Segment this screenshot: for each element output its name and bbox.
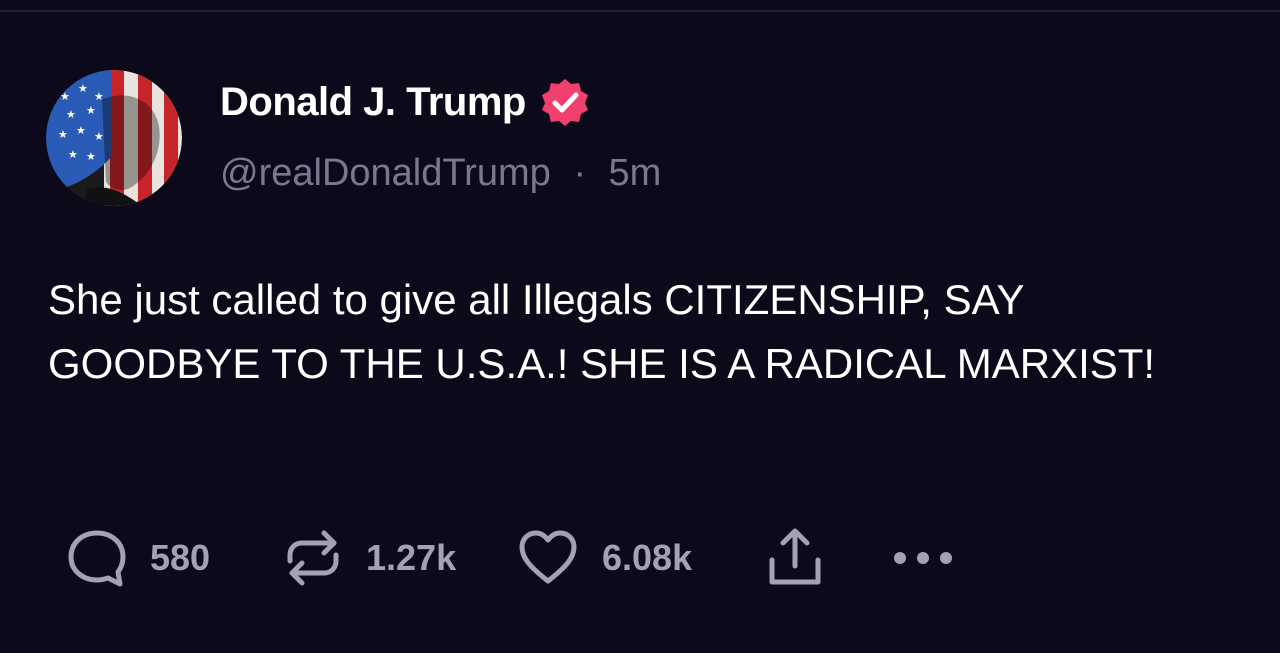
- svg-text:★: ★: [78, 82, 88, 95]
- share-icon: [769, 528, 821, 585]
- author-meta: @realDonaldTrump · 5m: [220, 152, 661, 195]
- author-display-name[interactable]: Donald J. Trump: [220, 80, 526, 125]
- reply-button[interactable]: 580: [66, 526, 210, 590]
- more-options-button[interactable]: [890, 526, 956, 590]
- svg-text:★: ★: [76, 124, 86, 137]
- reply-icon: [68, 530, 126, 587]
- divider: [0, 10, 1280, 12]
- reply-count: 580: [150, 537, 211, 578]
- svg-text:★: ★: [86, 104, 96, 117]
- avatar[interactable]: ★ ★ ★ ★ ★ ★ ★ ★ ★ ★: [46, 70, 182, 206]
- post-card: ★ ★ ★ ★ ★ ★ ★ ★ ★ ★ Donald J. Trump @realDonal…: [0, 0, 1280, 653]
- svg-text:★: ★: [68, 148, 78, 161]
- verified-badge-icon: [540, 77, 590, 127]
- svg-text:★: ★: [60, 90, 70, 103]
- svg-text:★: ★: [58, 128, 68, 141]
- repost-count: 1.27k: [366, 537, 457, 578]
- more-icon: [894, 552, 952, 564]
- meta-separator: ·: [573, 152, 586, 194]
- share-button[interactable]: [764, 526, 826, 590]
- post-timestamp[interactable]: 5m: [609, 152, 662, 194]
- heart-icon: [519, 530, 577, 584]
- svg-text:★: ★: [86, 150, 96, 163]
- author-handle[interactable]: @realDonaldTrump: [220, 152, 551, 194]
- repost-icon: [287, 530, 339, 586]
- author-name-row: Donald J. Trump: [220, 76, 590, 128]
- svg-text:★: ★: [94, 130, 104, 143]
- repost-button[interactable]: 1.27k: [282, 526, 456, 590]
- like-count: 6.08k: [602, 537, 693, 578]
- like-button[interactable]: 6.08k: [516, 526, 692, 590]
- post-body: She just called to give all Illegals CIT…: [48, 276, 1156, 387]
- svg-text:★: ★: [66, 108, 76, 121]
- flag-portrait-avatar-icon: ★★★ ★ ★ ★ ★ ★ ★ ★: [46, 70, 182, 206]
